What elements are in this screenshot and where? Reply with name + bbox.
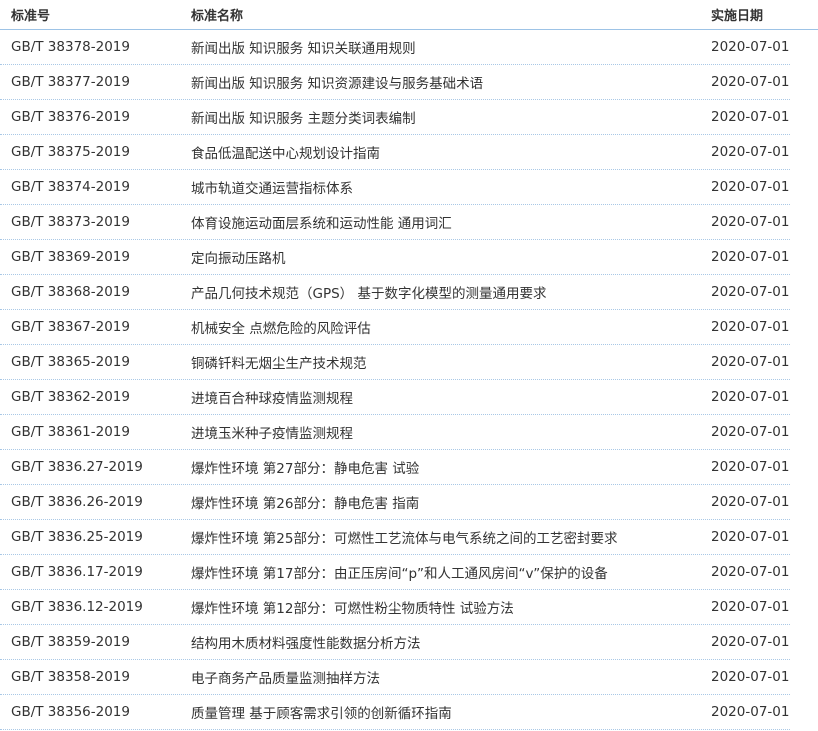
table-row[interactable]: GB/T 38368-2019 产品几何技术规范（GPS） 基于数字化模型的测量通… (0, 275, 790, 310)
table-row[interactable]: GB/T 38358-2019 电子商务产品质量监测抽样方法 2020-07-01 (0, 660, 790, 695)
standard-number[interactable]: GB/T 3836.26-2019 (0, 494, 191, 510)
table-body: GB/T 38378-2019 新闻出版 知识服务 知识关联通用规则 2020-07… (0, 30, 818, 730)
implementation-date: 2020-07-01 (711, 214, 790, 230)
table-row[interactable]: GB/T 38361-2019 进境玉米种子疫情监测规程 2020-07-01 (0, 415, 790, 450)
header-standard-name: 标准名称 (191, 9, 244, 24)
table-header: 标准号 标准名称 实施日期 (0, 0, 818, 30)
standard-name[interactable]: 质量管理 基于顾客需求引领的创新循环指南 (191, 702, 711, 722)
table-row[interactable]: GB/T 3836.17-2019 爆炸性环境 第17部分：由正压房间“p”和人工… (0, 555, 790, 590)
table-row[interactable]: GB/T 38378-2019 新闻出版 知识服务 知识关联通用规则 2020-07… (0, 30, 790, 65)
standard-name[interactable]: 新闻出版 知识服务 知识资源建设与服务基础术语 (191, 72, 711, 92)
implementation-date: 2020-07-01 (711, 249, 790, 265)
header-implementation-date: 实施日期 (711, 9, 764, 24)
standard-name[interactable]: 爆炸性环境 第12部分：可燃性粉尘物质特性 试验方法 (191, 597, 711, 617)
implementation-date: 2020-07-01 (711, 494, 790, 510)
implementation-date: 2020-07-01 (711, 669, 790, 685)
implementation-date: 2020-07-01 (711, 704, 790, 720)
implementation-date: 2020-07-01 (711, 354, 790, 370)
standard-number[interactable]: GB/T 3836.12-2019 (0, 599, 191, 615)
standard-number[interactable]: GB/T 38377-2019 (0, 74, 191, 90)
table-row[interactable]: GB/T 38376-2019 新闻出版 知识服务 主题分类词表编制 2020-07… (0, 100, 790, 135)
standard-name[interactable]: 爆炸性环境 第26部分：静电危害 指南 (191, 492, 711, 512)
standard-number[interactable]: GB/T 38375-2019 (0, 144, 191, 160)
table-row[interactable]: GB/T 38356-2019 质量管理 基于顾客需求引领的创新循环指南 2020-… (0, 695, 790, 730)
standard-number[interactable]: GB/T 38356-2019 (0, 704, 191, 720)
table-row[interactable]: GB/T 38377-2019 新闻出版 知识服务 知识资源建设与服务基础术语 20… (0, 65, 790, 100)
table-row[interactable]: GB/T 38373-2019 体育设施运动面层系统和运动性能 通用词汇 2020-… (0, 205, 790, 240)
implementation-date: 2020-07-01 (711, 179, 790, 195)
standard-name[interactable]: 食品低温配送中心规划设计指南 (191, 142, 711, 162)
implementation-date: 2020-07-01 (711, 599, 790, 615)
header-standard-number: 标准号 (11, 9, 51, 24)
standard-name[interactable]: 体育设施运动面层系统和运动性能 通用词汇 (191, 212, 711, 232)
implementation-date: 2020-07-01 (711, 109, 790, 125)
standard-name[interactable]: 结构用木质材料强度性能数据分析方法 (191, 632, 711, 652)
table-row[interactable]: GB/T 38362-2019 进境百合种球疫情监测规程 2020-07-01 (0, 380, 790, 415)
standard-number[interactable]: GB/T 3836.27-2019 (0, 459, 191, 475)
implementation-date: 2020-07-01 (711, 39, 790, 55)
standard-number[interactable]: GB/T 38376-2019 (0, 109, 191, 125)
implementation-date: 2020-07-01 (711, 284, 790, 300)
table-row[interactable]: GB/T 38369-2019 定向振动压路机 2020-07-01 (0, 240, 790, 275)
implementation-date: 2020-07-01 (711, 389, 790, 405)
table-row[interactable]: GB/T 38375-2019 食品低温配送中心规划设计指南 2020-07-01 (0, 135, 790, 170)
standard-number[interactable]: GB/T 38362-2019 (0, 389, 191, 405)
table-row[interactable]: GB/T 3836.25-2019 爆炸性环境 第25部分：可燃性工艺流体与电气系… (0, 520, 790, 555)
implementation-date: 2020-07-01 (711, 529, 790, 545)
standards-table: 标准号 标准名称 实施日期 GB/T 38378-2019 新闻出版 知识服务 知… (0, 0, 818, 730)
standard-number[interactable]: GB/T 38368-2019 (0, 284, 191, 300)
standard-name[interactable]: 定向振动压路机 (191, 247, 711, 267)
table-row[interactable]: GB/T 3836.27-2019 爆炸性环境 第27部分：静电危害 试验 2020… (0, 450, 790, 485)
standard-number[interactable]: GB/T 38367-2019 (0, 319, 191, 335)
implementation-date: 2020-07-01 (711, 424, 790, 440)
implementation-date: 2020-07-01 (711, 634, 790, 650)
standard-number[interactable]: GB/T 38373-2019 (0, 214, 191, 230)
standard-name[interactable]: 进境玉米种子疫情监测规程 (191, 422, 711, 442)
standard-number[interactable]: GB/T 38378-2019 (0, 39, 191, 55)
standard-number[interactable]: GB/T 3836.25-2019 (0, 529, 191, 545)
standard-name[interactable]: 城市轨道交通运营指标体系 (191, 177, 711, 197)
standard-name[interactable]: 爆炸性环境 第25部分：可燃性工艺流体与电气系统之间的工艺密封要求 (191, 527, 711, 547)
standard-name[interactable]: 电子商务产品质量监测抽样方法 (191, 667, 711, 687)
standard-name[interactable]: 新闻出版 知识服务 知识关联通用规则 (191, 37, 711, 57)
standard-number[interactable]: GB/T 38374-2019 (0, 179, 191, 195)
standard-name[interactable]: 铜磷钎料无烟尘生产技术规范 (191, 352, 711, 372)
standard-name[interactable]: 爆炸性环境 第27部分：静电危害 试验 (191, 457, 711, 477)
implementation-date: 2020-07-01 (711, 459, 790, 475)
standard-name[interactable]: 爆炸性环境 第17部分：由正压房间“p”和人工通风房间“v”保护的设备 (191, 562, 711, 582)
table-row[interactable]: GB/T 3836.26-2019 爆炸性环境 第26部分：静电危害 指南 2020… (0, 485, 790, 520)
standard-number[interactable]: GB/T 38365-2019 (0, 354, 191, 370)
standard-number[interactable]: GB/T 38358-2019 (0, 669, 191, 685)
implementation-date: 2020-07-01 (711, 144, 790, 160)
table-row[interactable]: GB/T 38367-2019 机械安全 点燃危险的风险评估 2020-07-01 (0, 310, 790, 345)
implementation-date: 2020-07-01 (711, 74, 790, 90)
table-row[interactable]: GB/T 3836.12-2019 爆炸性环境 第12部分：可燃性粉尘物质特性 试… (0, 590, 790, 625)
standard-number[interactable]: GB/T 38359-2019 (0, 634, 191, 650)
table-row[interactable]: GB/T 38365-2019 铜磷钎料无烟尘生产技术规范 2020-07-01 (0, 345, 790, 380)
standard-number[interactable]: GB/T 3836.17-2019 (0, 564, 191, 580)
implementation-date: 2020-07-01 (711, 319, 790, 335)
standard-number[interactable]: GB/T 38361-2019 (0, 424, 191, 440)
table-row[interactable]: GB/T 38359-2019 结构用木质材料强度性能数据分析方法 2020-07-… (0, 625, 790, 660)
standard-number[interactable]: GB/T 38369-2019 (0, 249, 191, 265)
standard-name[interactable]: 新闻出版 知识服务 主题分类词表编制 (191, 107, 711, 127)
standard-name[interactable]: 产品几何技术规范（GPS） 基于数字化模型的测量通用要求 (191, 282, 711, 302)
table-row[interactable]: GB/T 38374-2019 城市轨道交通运营指标体系 2020-07-01 (0, 170, 790, 205)
implementation-date: 2020-07-01 (711, 564, 790, 580)
standard-name[interactable]: 机械安全 点燃危险的风险评估 (191, 317, 711, 337)
standard-name[interactable]: 进境百合种球疫情监测规程 (191, 387, 711, 407)
